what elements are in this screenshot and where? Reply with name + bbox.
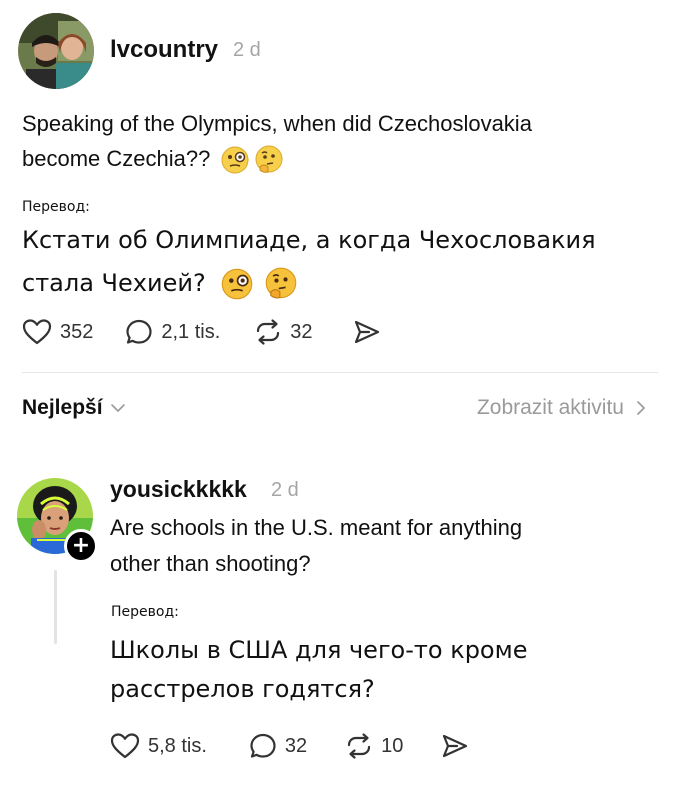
reply-text: Are schools in the U.S. meant for anythi… [110,510,670,582]
send-plane-icon [354,320,379,344]
reply-username[interactable]: yousickkkkk [110,476,247,503]
reply-actions: 5,8 tis. 32 10 [110,731,469,761]
reply-reply-count: 32 [284,734,308,757]
face-with-monocle-icon [220,145,250,175]
post-translation-line-1: Кстати об Олимпиаде, а когда Чехословаки… [22,226,596,254]
post-username[interactable]: lvcountry [110,36,218,64]
reply-count: 2,1 tis. [161,320,221,343]
replies-sort-bar: Nejlepší Zobrazit aktivitu [22,396,658,426]
post-text: Speaking of the Olympics, when did Czech… [22,106,662,176]
repost-arrows-icon [348,733,371,759]
reply-time: 2 d [271,479,299,501]
post-text-line-2: become Czechia?? [22,146,211,171]
follow-button[interactable]: + [64,529,98,563]
divider [22,372,658,373]
face-with-monocle-icon [220,267,254,301]
chevron-down-icon [110,404,125,412]
heart-icon [110,733,140,759]
sort-dropdown[interactable]: Nejlepší [22,396,127,420]
view-activity-link[interactable]: Zobrazit aktivitu [477,396,648,420]
reply-like-count: 5,8 tis. [148,734,207,757]
reply-button[interactable]: 2,1 tis. [125,318,220,346]
reply-like-button[interactable]: 5,8 tis. [110,732,207,760]
repost-button[interactable]: 32 [254,318,313,346]
post-translation-text: Кстати об Олимпиаде, а когда Чехословаки… [22,219,672,305]
post-actions: 352 2,1 tis. 32 [22,317,381,347]
view-activity-label: Zobrazit aktivitu [476,396,624,419]
repost-arrows-icon [257,319,280,345]
reply-text-line-2: other than shooting? [110,551,311,576]
reply-reply-button[interactable]: 32 [249,732,307,760]
reply-translation-line-1: Школы в США для чего-то кроме [110,636,528,664]
reply-share-button[interactable] [441,732,469,760]
send-plane-icon [443,734,468,758]
post-time: 2 d [233,39,261,61]
reply-translation-text: Школы в США для чего-то кроме расстрелов… [110,631,670,709]
post-translation-line-2: стала Чехией? [22,269,206,297]
like-button[interactable]: 352 [22,318,93,346]
reply-translation-line-2: расстрелов годятся? [110,675,375,703]
thinking-face-icon [264,267,298,301]
heart-icon [22,319,52,345]
thread-line [54,570,57,644]
repost-count: 32 [290,320,313,343]
like-count: 352 [60,320,94,343]
reply-translation-label: Перевод: [111,604,179,620]
chevron-right-icon [637,401,645,415]
sort-label: Nejlepší [22,396,103,419]
avatar-lvcountry[interactable] [18,13,94,89]
reply-text-line-1: Are schools in the U.S. meant for anythi… [110,515,523,540]
reply-repost-button[interactable]: 10 [345,732,403,760]
share-button[interactable] [353,318,381,346]
post-text-line-1: Speaking of the Olympics, when did Czech… [22,111,532,136]
speech-bubble-icon [126,319,152,344]
post-translation-label: Перевод: [22,199,90,215]
speech-bubble-icon [250,733,276,758]
reply-repost-count: 10 [381,734,404,757]
thinking-face-icon [254,145,284,175]
